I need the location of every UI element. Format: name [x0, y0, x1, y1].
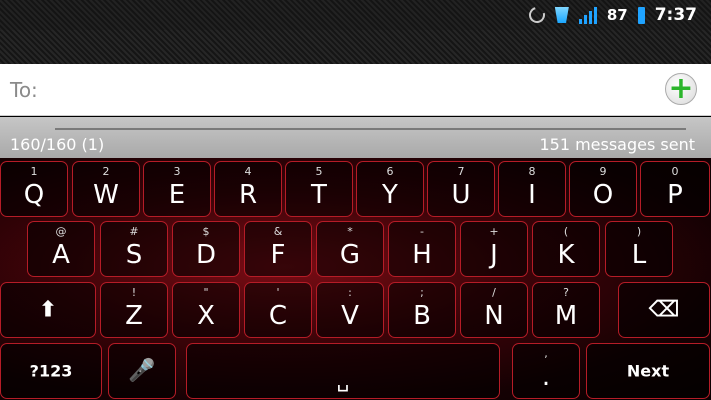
key-l[interactable]: ) L [605, 221, 673, 277]
key-c[interactable]: ' C [244, 282, 312, 338]
next-key[interactable]: Next [586, 343, 710, 399]
key-u[interactable]: 7U [427, 161, 495, 217]
key-n[interactable]: / N [460, 282, 528, 338]
key-o[interactable]: 9O [569, 161, 637, 217]
key-t[interactable]: 5T [285, 161, 353, 217]
microphone-icon: 🎤 [128, 358, 156, 384]
add-recipient-button[interactable]: + [665, 73, 697, 105]
space-key[interactable]: ␣ [186, 343, 500, 399]
char-counter: 160/160 (1) [10, 135, 105, 154]
key-h[interactable]: -H [388, 221, 456, 277]
key-e[interactable]: 3E [143, 161, 211, 217]
key-s[interactable]: # S [100, 221, 168, 277]
key-y[interactable]: 6Y [356, 161, 424, 217]
key-d[interactable]: $ D [172, 221, 240, 277]
backspace-key[interactable]: ⌫ [618, 282, 710, 338]
key-k[interactable]: (K [532, 221, 600, 277]
messages-sent-counter: 151 messages sent [539, 135, 695, 154]
key-q[interactable]: 1Q [0, 161, 68, 217]
recipient-field[interactable]: To: + [0, 64, 711, 116]
clock: 7:37 [654, 5, 697, 25]
mic-key[interactable]: 🎤 [108, 343, 176, 399]
counter-bar: 160/160 (1) 151 messages sent [0, 117, 711, 158]
period-key[interactable]: ,. [512, 343, 580, 399]
shift-icon: ⬆ [38, 297, 58, 323]
key-m[interactable]: ? M [532, 282, 600, 338]
status-bar: 87 7:37 [0, 0, 711, 30]
key-b[interactable]: ; B [388, 282, 456, 338]
data-cup-icon [554, 7, 569, 23]
divider [55, 128, 686, 130]
shift-key[interactable]: ⬆ [0, 282, 96, 338]
space-icon: ␣ [336, 368, 350, 392]
keyboard: 1Q 2W 3E 4R 5T 6Y 7U 8I 9O 0P @ A # S $ D &… [0, 158, 711, 400]
sync-icon [525, 4, 548, 26]
key-i[interactable]: 8I [498, 161, 566, 217]
key-w[interactable]: 2W [72, 161, 140, 217]
key-j[interactable]: + J [460, 221, 528, 277]
key-x[interactable]: " X [172, 282, 240, 338]
battery-level: 87 [606, 6, 628, 24]
key-v[interactable]: :V [316, 282, 384, 338]
recipient-input[interactable] [37, 68, 711, 111]
key-r[interactable]: 4R [214, 161, 282, 217]
symbols-key[interactable]: ?123 [0, 343, 102, 399]
key-g[interactable]: * G [316, 221, 384, 277]
signal-icon [578, 6, 597, 24]
backspace-icon: ⌫ [648, 297, 680, 323]
key-z[interactable]: ! Z [100, 282, 168, 338]
plus-icon: + [668, 71, 694, 106]
to-label: To: [10, 77, 38, 102]
key-f[interactable]: & F [244, 221, 312, 277]
key-p[interactable]: 0P [640, 161, 710, 217]
battery-icon [637, 6, 645, 24]
key-a[interactable]: @ A [27, 221, 95, 277]
title-bar [0, 30, 711, 64]
